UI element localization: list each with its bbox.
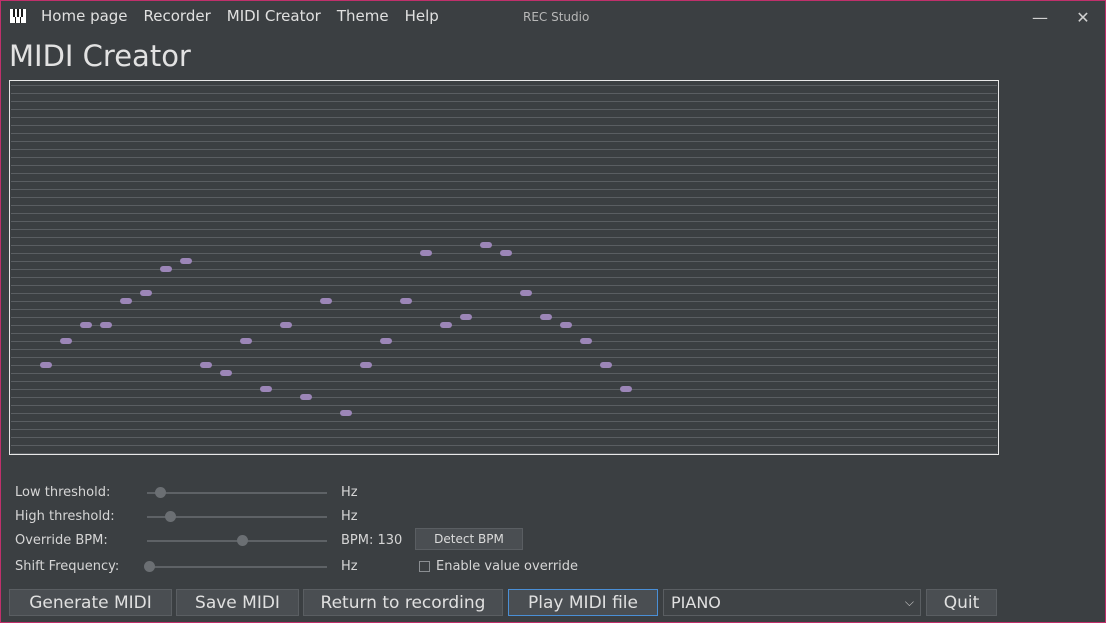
high-threshold-slider-thumb[interactable] xyxy=(165,511,177,522)
midi-note[interactable] xyxy=(480,242,492,248)
minimize-icon[interactable]: — xyxy=(1025,5,1055,29)
midi-note[interactable] xyxy=(300,394,312,400)
piano-roll[interactable] xyxy=(9,80,999,455)
override-bpm-slider[interactable] xyxy=(147,535,327,546)
piano-roll-grid xyxy=(11,85,997,454)
midi-note[interactable] xyxy=(560,322,572,328)
window-title: REC Studio xyxy=(523,10,590,24)
midi-note[interactable] xyxy=(540,314,552,320)
menu-theme[interactable]: Theme xyxy=(337,7,397,25)
enable-value-override[interactable]: Enable value override xyxy=(419,559,578,574)
low-threshold-label: Low threshold: xyxy=(15,485,111,500)
detect-bpm-button[interactable]: Detect BPM xyxy=(415,528,523,550)
midi-note[interactable] xyxy=(200,362,212,368)
play-midi-file-button[interactable]: Play MIDI file xyxy=(508,589,658,616)
high-threshold-slider[interactable] xyxy=(147,511,327,522)
enable-value-override-checkbox[interactable] xyxy=(419,561,430,572)
quit-button[interactable]: Quit xyxy=(926,589,997,616)
midi-note[interactable] xyxy=(100,322,112,328)
piano-keys-icon[interactable] xyxy=(10,9,26,23)
midi-note[interactable] xyxy=(340,410,352,416)
midi-note[interactable] xyxy=(360,362,372,368)
override-bpm-label: Override BPM: xyxy=(15,533,108,548)
midi-note[interactable] xyxy=(80,322,92,328)
chevron-down-icon[interactable]: ⌵ xyxy=(905,595,914,610)
midi-note[interactable] xyxy=(600,362,612,368)
low-threshold-slider[interactable] xyxy=(147,487,327,498)
page-title: MIDI Creator xyxy=(9,39,191,73)
midi-note[interactable] xyxy=(460,314,472,320)
midi-note[interactable] xyxy=(320,298,332,304)
midi-note[interactable] xyxy=(420,250,432,256)
save-midi-button[interactable]: Save MIDI xyxy=(176,589,299,616)
title-bar: Home page Recorder MIDI Creator Theme He… xyxy=(1,1,1105,33)
override-bpm-slider-thumb[interactable] xyxy=(237,535,249,546)
midi-note[interactable] xyxy=(60,338,72,344)
midi-note[interactable] xyxy=(440,322,452,328)
midi-note[interactable] xyxy=(380,338,392,344)
shift-frequency-slider-thumb[interactable] xyxy=(143,561,155,572)
midi-note[interactable] xyxy=(520,290,532,296)
shift-frequency-label: Shift Frequency: xyxy=(15,559,120,574)
shift-frequency-unit: Hz xyxy=(341,559,358,574)
midi-note[interactable] xyxy=(280,322,292,328)
instrument-select-value: PIANO xyxy=(671,593,721,612)
menu-bar: Home page Recorder MIDI Creator Theme He… xyxy=(41,7,455,25)
shift-frequency-row: Shift Frequency: Hz Enable value overrid… xyxy=(15,555,615,579)
midi-note[interactable] xyxy=(620,386,632,392)
midi-note[interactable] xyxy=(220,370,232,376)
high-threshold-label: High threshold: xyxy=(15,509,115,524)
override-bpm-row: Override BPM: BPM: 130 Detect BPM xyxy=(15,528,615,553)
instrument-select[interactable]: PIANO ⌵ xyxy=(663,589,921,616)
menu-help[interactable]: Help xyxy=(405,7,447,25)
menu-midi-creator[interactable]: MIDI Creator xyxy=(227,7,329,25)
bottom-toolbar: Generate MIDI Save MIDI Return to record… xyxy=(9,589,1106,616)
bpm-readout: BPM: 130 xyxy=(341,533,403,548)
midi-note[interactable] xyxy=(240,338,252,344)
generate-midi-button[interactable]: Generate MIDI xyxy=(9,589,172,616)
high-threshold-unit: Hz xyxy=(341,509,358,524)
menu-home-page[interactable]: Home page xyxy=(41,7,136,25)
low-threshold-slider-thumb[interactable] xyxy=(154,487,166,498)
midi-note[interactable] xyxy=(180,258,192,264)
menu-recorder[interactable]: Recorder xyxy=(144,7,219,25)
midi-note[interactable] xyxy=(580,338,592,344)
midi-note[interactable] xyxy=(120,298,132,304)
high-threshold-row: High threshold: Hz xyxy=(15,505,615,529)
low-threshold-row: Low threshold: Hz xyxy=(15,481,615,505)
return-to-recording-button[interactable]: Return to recording xyxy=(303,589,503,616)
midi-note[interactable] xyxy=(400,298,412,304)
midi-note[interactable] xyxy=(40,362,52,368)
close-icon[interactable]: ✕ xyxy=(1068,5,1098,29)
midi-note[interactable] xyxy=(160,266,172,272)
midi-note[interactable] xyxy=(140,290,152,296)
midi-note[interactable] xyxy=(260,386,272,392)
low-threshold-unit: Hz xyxy=(341,485,358,500)
midi-note[interactable] xyxy=(500,250,512,256)
shift-frequency-slider[interactable] xyxy=(143,561,327,572)
enable-value-override-label: Enable value override xyxy=(436,559,579,574)
